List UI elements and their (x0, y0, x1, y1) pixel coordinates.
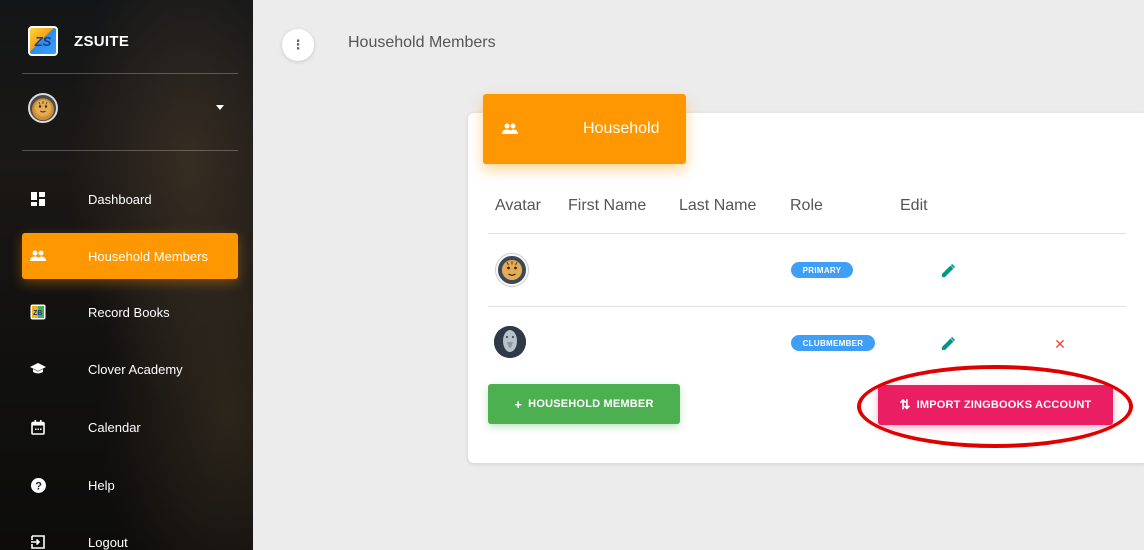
table-divider (488, 233, 1126, 234)
sidebar-item-calendar[interactable]: Calendar (22, 404, 238, 450)
top-bar (253, 0, 1144, 6)
sidebar: ZS ZSUITE Dashboard Household Members ZB… (0, 0, 253, 550)
graduation-cap-icon (30, 361, 46, 377)
dashboard-icon (30, 191, 46, 207)
sidebar-divider (22, 73, 238, 74)
calendar-icon (30, 419, 46, 435)
page-title: Household Members (348, 34, 496, 51)
sidebar-item-label: Calendar (88, 419, 141, 435)
sidebar-item-logout[interactable]: Logout (22, 519, 238, 550)
import-arrows-icon: ⇅ (899, 397, 911, 412)
role-badge: CLUBMEMBER (791, 335, 875, 351)
import-zingbooks-account-button[interactable]: ⇅ IMPORT ZINGBOOKS ACCOUNT (878, 385, 1113, 425)
column-header-avatar: Avatar (495, 197, 541, 214)
sidebar-item-label: Household Members (88, 248, 208, 264)
card-header: Household (483, 94, 686, 164)
people-icon (30, 248, 46, 264)
edit-icon[interactable] (940, 335, 956, 351)
button-label: HOUSEHOLD MEMBER (528, 398, 654, 410)
user-menu[interactable] (28, 93, 238, 123)
column-header-edit: Edit (900, 197, 928, 214)
sidebar-item-label: Record Books (88, 304, 170, 320)
sidebar-item-label: Clover Academy (88, 361, 183, 377)
column-header-last-name: Last Name (679, 197, 757, 214)
column-header-role: Role (790, 197, 823, 214)
button-label: IMPORT ZINGBOOKS ACCOUNT (916, 399, 1092, 411)
role-badge: PRIMARY (791, 262, 853, 278)
elephant-avatar (494, 326, 526, 358)
svg-text:?: ? (35, 480, 42, 492)
delete-icon[interactable]: ✕ (1053, 336, 1067, 352)
svg-text:ZB: ZB (33, 310, 42, 317)
more-menu-button[interactable]: ⋮ (282, 29, 314, 61)
tiger-avatar-icon (35, 100, 51, 116)
zsuite-logo-icon: ZS (28, 26, 58, 56)
add-household-member-button[interactable]: + HOUSEHOLD MEMBER (488, 384, 680, 424)
table-divider (488, 306, 1126, 307)
sidebar-item-record-books[interactable]: ZB Record Books (22, 289, 238, 335)
column-header-first-name: First Name (568, 197, 647, 214)
sidebar-item-label: Help (88, 477, 115, 493)
sidebar-item-clover-academy[interactable]: Clover Academy (22, 346, 238, 392)
chevron-down-icon[interactable] (216, 105, 224, 110)
logout-icon (30, 534, 46, 550)
more-vert-icon: ⋮ (291, 37, 305, 52)
tiger-avatar (496, 254, 528, 286)
sidebar-item-label: Dashboard (88, 191, 152, 207)
zs-book-icon: ZB (30, 304, 46, 320)
brand-name: ZSUITE (74, 32, 130, 50)
sidebar-item-help[interactable]: ? Help (22, 462, 238, 508)
edit-icon[interactable] (940, 262, 956, 278)
sidebar-item-label: Logout (88, 534, 128, 550)
sidebar-item-household-members[interactable]: Household Members (22, 233, 238, 279)
card-title: Household (583, 120, 660, 137)
user-avatar (28, 93, 58, 123)
sidebar-divider (22, 150, 238, 151)
brand[interactable]: ZS ZSUITE (28, 26, 129, 56)
plus-icon: + (514, 396, 523, 412)
help-icon: ? (30, 477, 46, 493)
people-icon (501, 121, 519, 137)
sidebar-item-dashboard[interactable]: Dashboard (22, 176, 238, 222)
